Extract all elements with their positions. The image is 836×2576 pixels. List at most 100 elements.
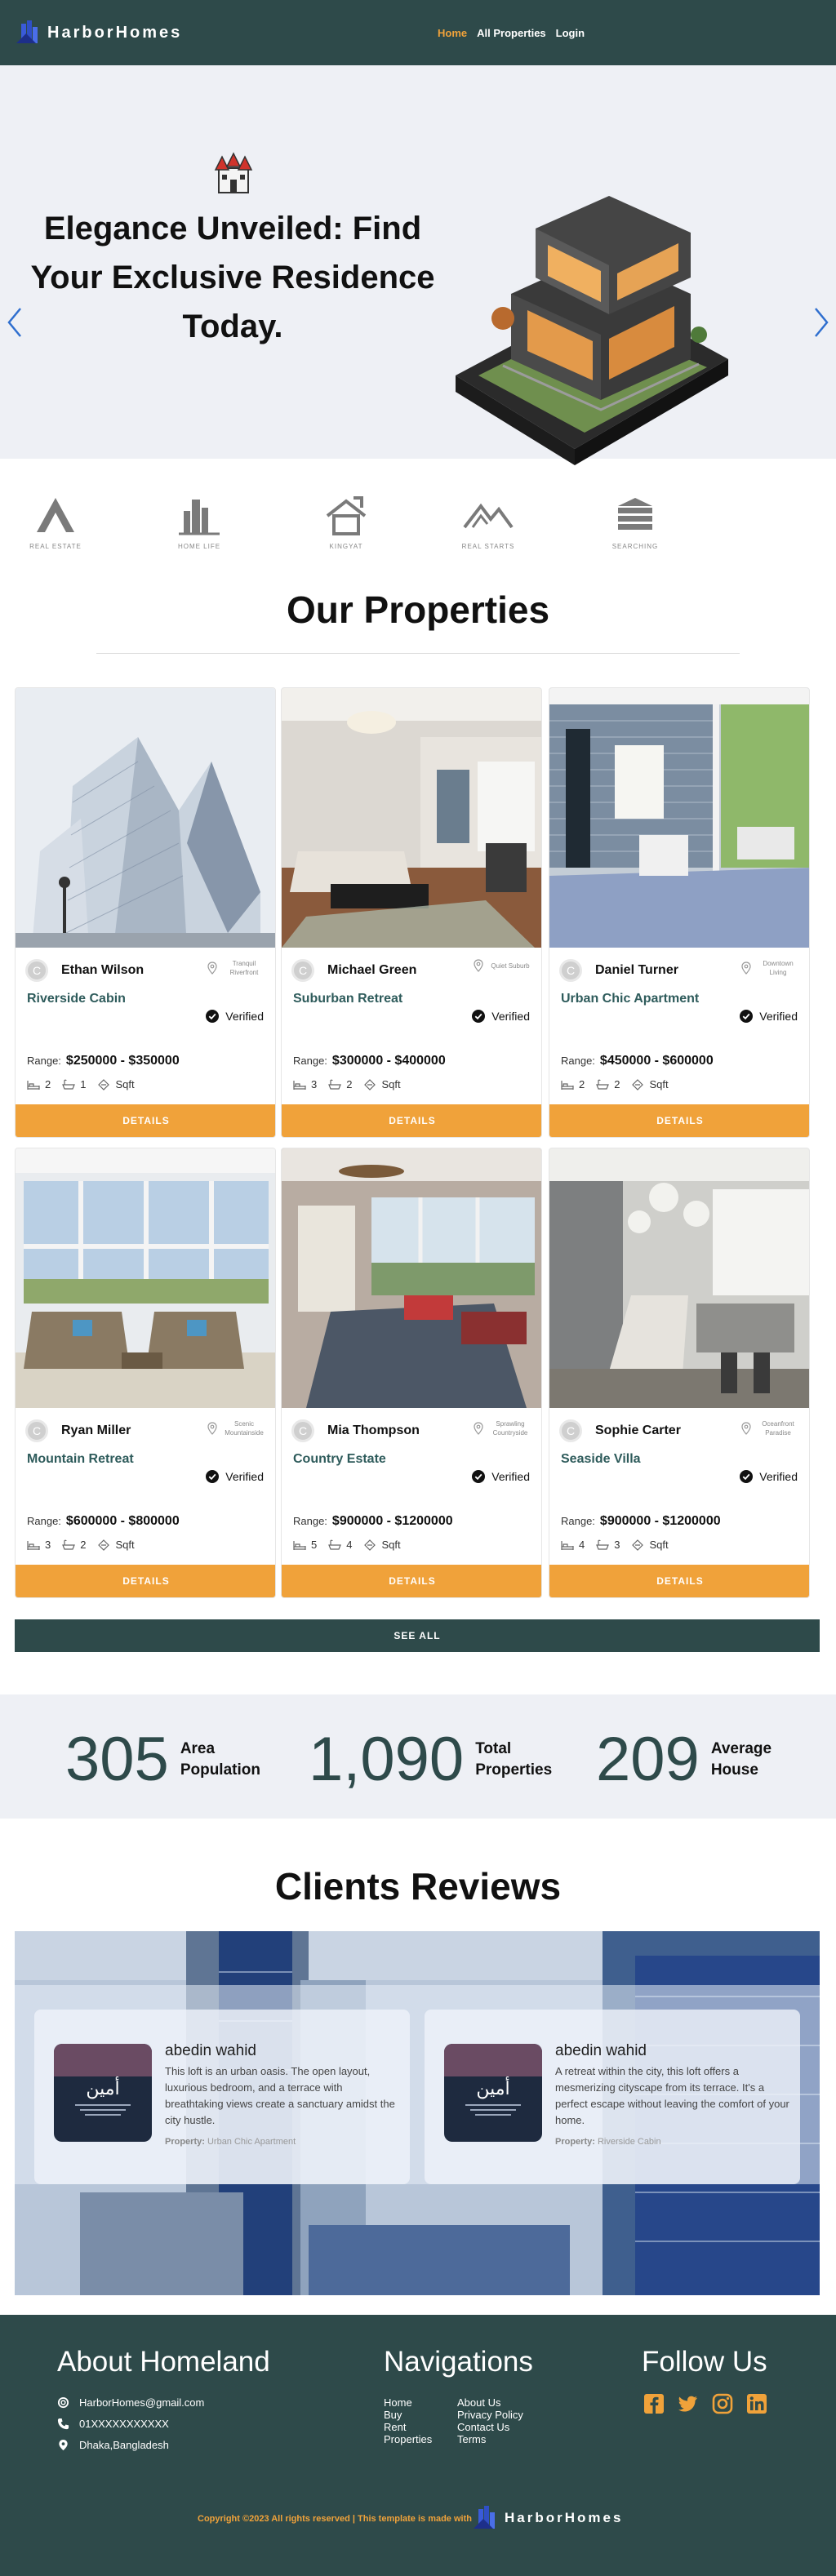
agent-name: Michael Green	[327, 963, 417, 977]
property-title[interactable]: Suburban Retreat	[293, 992, 402, 1006]
stat-average-house: 209 Average House	[596, 1725, 772, 1794]
linkedin-icon[interactable]	[746, 2393, 767, 2414]
footer-link-buy[interactable]: Buy	[384, 2409, 432, 2421]
area-sqft: Sqft	[97, 1539, 135, 1551]
footer-link-privacy[interactable]: Privacy Policy	[457, 2409, 523, 2421]
details-button[interactable]: DETAILS	[282, 1104, 541, 1137]
twitter-icon[interactable]	[678, 2393, 699, 2414]
property-card[interactable]: C Ryan Miller Scenic Mountainside Mounta…	[15, 1148, 276, 1598]
price-range: Range: $250000 - $350000	[27, 1054, 180, 1068]
bath-icon	[62, 1079, 76, 1090]
beds-count: 5	[293, 1539, 317, 1551]
chevron-left-icon[interactable]	[7, 307, 23, 338]
check-circle-icon	[740, 1010, 754, 1023]
property-photo[interactable]	[282, 1148, 541, 1408]
property-specs: 2 2 Sqft	[561, 1078, 669, 1090]
beds-count: 4	[561, 1539, 585, 1551]
footer-link-rent[interactable]: Rent	[384, 2421, 432, 2433]
area-sqft: Sqft	[631, 1539, 669, 1551]
property-title[interactable]: Mountain Retreat	[27, 1452, 134, 1467]
property-title[interactable]: Riverside Cabin	[27, 992, 126, 1006]
price-range: Range: $900000 - $1200000	[293, 1514, 453, 1528]
bath-icon	[596, 1539, 610, 1550]
details-button[interactable]: DETAILS	[282, 1565, 541, 1597]
beds-count: 3	[27, 1539, 51, 1551]
footer-brand[interactable]: HarborHomes	[472, 2504, 623, 2532]
agent-name: Ryan Miller	[61, 1423, 131, 1437]
properties-heading: Our Properties	[286, 588, 550, 631]
nav-all-properties[interactable]: All Properties	[477, 27, 546, 39]
contact-email: HarborHomes@gmail.com	[57, 2396, 204, 2409]
brand[interactable]: HarborHomes	[15, 19, 182, 47]
partner-home-life: HOME LIFE	[167, 495, 232, 550]
footer-nav-col1: Home Buy Rent Properties	[384, 2396, 432, 2445]
property-location: Tranquil Riverfront	[207, 959, 265, 977]
property-card[interactable]: C Michael Green Quiet Suburb Suburban Re…	[281, 687, 542, 1138]
facebook-icon[interactable]	[643, 2393, 665, 2414]
details-button[interactable]: DETAILS	[549, 1565, 809, 1597]
svg-text:أمين: أمين	[86, 2076, 119, 2099]
footer: About Homeland HarborHomes@gmail.com 01X…	[0, 2315, 836, 2576]
footer-link-properties[interactable]: Properties	[384, 2433, 432, 2445]
baths-count: 1	[62, 1078, 86, 1090]
check-circle-icon	[206, 1010, 220, 1023]
property-card[interactable]: C Daniel Turner Downtown Living Urban Ch…	[549, 687, 810, 1138]
instagram-icon[interactable]	[712, 2393, 733, 2414]
details-button[interactable]: DETAILS	[16, 1104, 275, 1137]
property-title[interactable]: Urban Chic Apartment	[561, 992, 699, 1006]
property-specs: 4 3 Sqft	[561, 1539, 669, 1551]
property-specs: 3 2 Sqft	[27, 1539, 135, 1551]
reviewer-name: abedin wahid	[555, 2042, 647, 2059]
agent-row: C Ryan Miller Scenic Mountainside	[25, 1419, 265, 1442]
property-location: Scenic Mountainside	[207, 1419, 265, 1437]
map-pin-icon	[207, 1422, 217, 1435]
area-icon	[632, 1539, 644, 1551]
review-property: Property: Urban Chic Apartment	[165, 2137, 296, 2147]
baths-count: 2	[596, 1078, 620, 1090]
footer-link-about[interactable]: About Us	[457, 2396, 523, 2409]
property-title[interactable]: Country Estate	[293, 1452, 386, 1467]
property-photo[interactable]	[549, 688, 809, 948]
property-photo[interactable]	[16, 1148, 275, 1408]
brand-logo-icon	[16, 20, 38, 43]
area-sqft: Sqft	[97, 1078, 135, 1090]
stack-logo-icon	[618, 498, 652, 530]
price-range: Range: $300000 - $400000	[293, 1054, 446, 1068]
nav-home[interactable]: Home	[438, 27, 467, 39]
chevron-right-icon[interactable]	[813, 307, 829, 338]
beds-count: 2	[27, 1078, 51, 1090]
area-sqft: Sqft	[631, 1078, 669, 1090]
area-icon	[364, 1539, 376, 1551]
svg-text:أمين: أمين	[476, 2076, 509, 2099]
property-specs: 3 2 Sqft	[293, 1078, 401, 1090]
follow-heading: Follow Us	[642, 2346, 767, 2378]
property-title[interactable]: Seaside Villa	[561, 1452, 641, 1467]
property-photo[interactable]	[16, 688, 275, 948]
details-button[interactable]: DETAILS	[16, 1565, 275, 1597]
area-icon	[98, 1078, 110, 1090]
property-card[interactable]: C Mia Thompson Sprawling Countryside Cou…	[281, 1148, 542, 1598]
agent-avatar: C	[559, 1419, 582, 1442]
footer-link-contact[interactable]: Contact Us	[457, 2421, 523, 2433]
city-logo-icon	[179, 500, 220, 535]
phone-icon	[57, 2418, 69, 2430]
nav-login[interactable]: Login	[556, 27, 585, 39]
partner-kingyat: KINGYAT	[314, 495, 379, 550]
property-card[interactable]: C Sophie Carter Oceanfront Paradise Seas…	[549, 1148, 810, 1598]
footer-link-terms[interactable]: Terms	[457, 2433, 523, 2445]
see-all-button[interactable]: SEE ALL	[15, 1619, 820, 1652]
property-location: Downtown Living	[740, 959, 799, 977]
details-button[interactable]: DETAILS	[549, 1104, 809, 1137]
footer-link-home[interactable]: Home	[384, 2396, 432, 2409]
review-card: أمين abedin wahid A retreat within the c…	[425, 2010, 800, 2184]
bed-icon	[293, 1540, 306, 1550]
property-photo[interactable]	[549, 1148, 809, 1408]
agent-name: Ethan Wilson	[61, 963, 145, 977]
property-photo[interactable]	[282, 688, 541, 948]
property-card[interactable]: C Ethan Wilson Tranquil Riverfront River…	[15, 687, 276, 1138]
partner-searching: SEARCHING	[603, 495, 668, 550]
check-circle-icon	[472, 1470, 486, 1483]
bath-icon	[596, 1079, 610, 1090]
review-avatar-image: أمين	[54, 2044, 152, 2142]
hero-title: Elegance Unveiled: Find Your Exclusive R…	[30, 211, 435, 344]
